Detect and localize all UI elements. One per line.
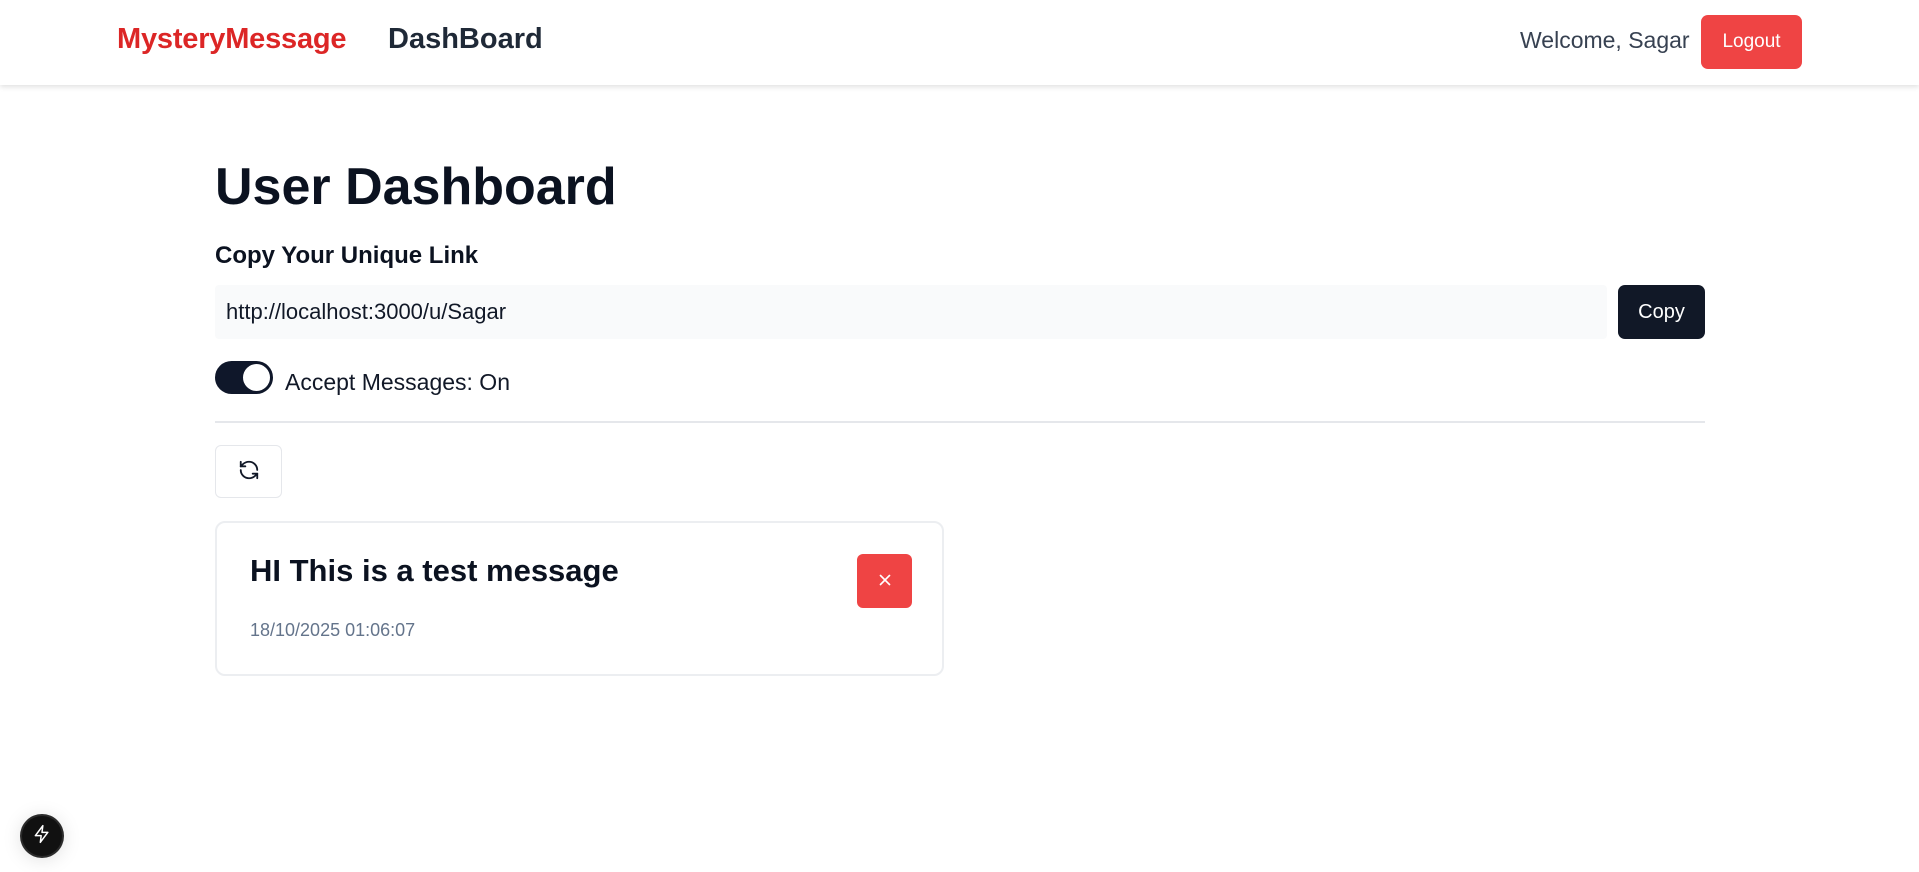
welcome-text: Welcome, Sagar bbox=[1520, 27, 1690, 53]
lightning-bolt-icon bbox=[32, 824, 52, 849]
refresh-icon bbox=[238, 459, 260, 484]
dev-tools-indicator[interactable] bbox=[22, 816, 62, 856]
section-divider bbox=[215, 421, 1705, 423]
page-title: User Dashboard bbox=[215, 158, 617, 216]
copy-link-button[interactable]: Copy bbox=[1618, 285, 1705, 339]
logout-button[interactable]: Logout bbox=[1701, 15, 1802, 69]
delete-message-button[interactable] bbox=[857, 554, 912, 608]
accept-messages-label: Accept Messages: On bbox=[285, 369, 510, 395]
message-content: HI This is a test message bbox=[250, 553, 619, 588]
brand-logo-link[interactable]: MysteryMessage bbox=[117, 23, 347, 56]
refresh-messages-button[interactable] bbox=[215, 445, 282, 498]
toggle-knob bbox=[243, 364, 270, 391]
message-card: HI This is a test message 18/10/2025 01:… bbox=[215, 521, 944, 676]
accept-messages-toggle[interactable] bbox=[215, 361, 273, 394]
unique-link-input[interactable] bbox=[215, 285, 1607, 339]
message-date: 18/10/2025 01:06:07 bbox=[250, 620, 416, 640]
nav-dashboard-link[interactable]: DashBoard bbox=[388, 23, 543, 56]
top-navbar: MysteryMessage DashBoard Welcome, Sagar … bbox=[0, 0, 1919, 85]
copy-link-heading: Copy Your Unique Link bbox=[215, 242, 479, 269]
close-icon bbox=[876, 571, 894, 592]
